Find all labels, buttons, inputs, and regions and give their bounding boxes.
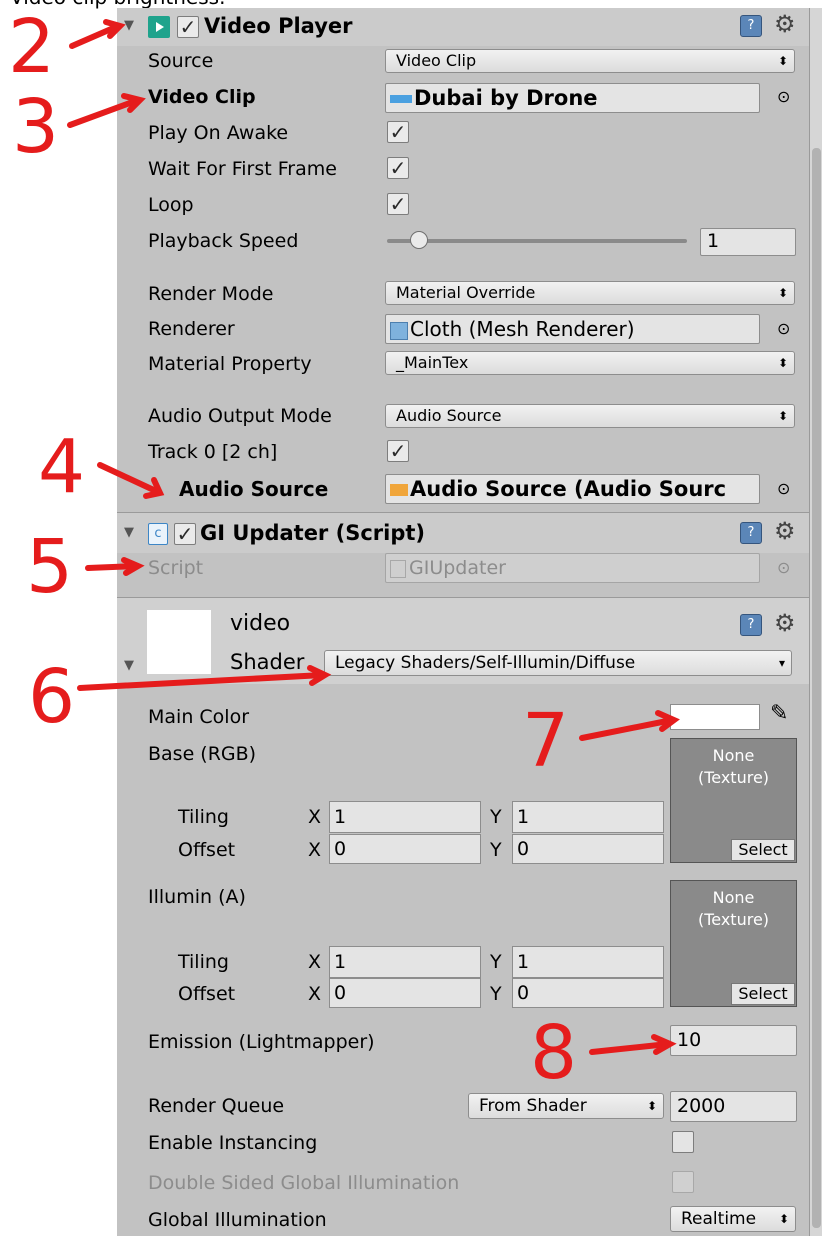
annotation-2: 2 [8, 4, 56, 90]
annotation-4: 4 [38, 424, 86, 510]
annotation-8: 8 [530, 1010, 578, 1096]
annotation-3: 3 [12, 84, 60, 170]
annotation-5: 5 [26, 524, 74, 610]
annotation-6: 6 [28, 654, 76, 740]
annotation-arrows [67, 19, 680, 1055]
annotation-7: 7 [522, 698, 570, 784]
